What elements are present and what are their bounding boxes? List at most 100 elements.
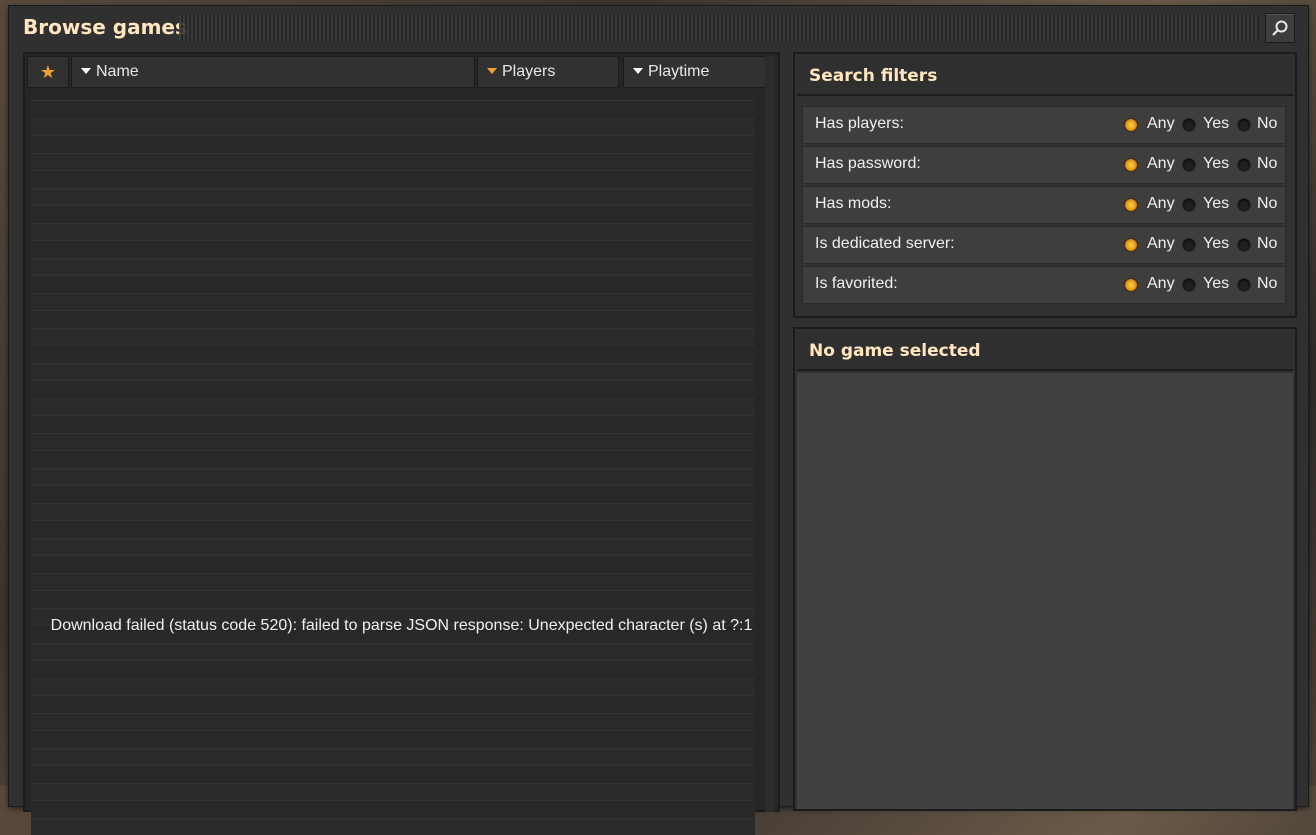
radio-yes[interactable] — [1183, 239, 1195, 251]
sort-arrow-icon — [81, 68, 91, 74]
name-column-header[interactable]: Name — [71, 56, 475, 88]
radio-any[interactable] — [1125, 199, 1137, 211]
search-filters-panel: Search filters Has players:AnyYesNoHas p… — [795, 54, 1295, 316]
radio-label[interactable]: Yes — [1203, 115, 1229, 133]
details-body — [797, 373, 1293, 809]
radio-label[interactable]: Yes — [1203, 155, 1229, 173]
table-row — [31, 590, 755, 608]
table-row — [31, 713, 755, 731]
table-row — [31, 730, 755, 748]
table-row — [31, 468, 755, 486]
radio-label[interactable]: Any — [1147, 195, 1175, 213]
search-filters-title: Search filters — [809, 66, 937, 86]
table-row — [31, 748, 755, 766]
radio-yes[interactable] — [1183, 159, 1195, 171]
window-title: Browse games — [23, 15, 187, 39]
table-row — [31, 783, 755, 801]
filter-label: Has password: — [815, 155, 921, 173]
filter-row: Has password: Any Yes No — [802, 146, 1286, 184]
radio-yes[interactable] — [1183, 279, 1195, 291]
table-row — [31, 223, 755, 241]
table-row — [31, 275, 755, 293]
filter-row: Is dedicated server: Any Yes No — [802, 226, 1286, 264]
table-row — [31, 100, 755, 118]
table-row — [31, 818, 755, 835]
table-row — [31, 398, 755, 416]
players-column-header[interactable]: Players — [477, 56, 619, 88]
table-row — [31, 678, 755, 696]
radio-label[interactable]: No — [1257, 235, 1277, 253]
sort-arrow-icon — [633, 68, 643, 74]
radio-label[interactable]: No — [1257, 155, 1277, 173]
table-row — [31, 380, 755, 398]
panel-header: Search filters — [797, 56, 1293, 96]
table-row — [31, 240, 755, 258]
table-row — [31, 450, 755, 468]
radio-label[interactable]: Yes — [1203, 235, 1229, 253]
radio-label[interactable]: Yes — [1203, 275, 1229, 293]
radio-any[interactable] — [1125, 159, 1137, 171]
radio-label[interactable]: Any — [1147, 275, 1175, 293]
filter-row: Is favorited: Any Yes No — [802, 266, 1286, 304]
error-message: Download failed (status code 520): faile… — [23, 617, 780, 635]
column-label: Name — [96, 63, 139, 80]
table-row — [31, 800, 755, 818]
table-row — [31, 135, 755, 153]
table-row — [31, 293, 755, 311]
table-row — [31, 538, 755, 556]
radio-any[interactable] — [1125, 239, 1137, 251]
radio-any[interactable] — [1125, 119, 1137, 131]
table-row — [31, 643, 755, 661]
table-row — [31, 153, 755, 171]
radio-no[interactable] — [1238, 159, 1250, 171]
radio-no[interactable] — [1238, 119, 1250, 131]
table-row — [31, 310, 755, 328]
games-list-panel: ★ Name Players Playtime Download failed … — [23, 52, 780, 812]
table-row — [31, 258, 755, 276]
details-title: No game selected — [809, 341, 981, 361]
table-row — [31, 695, 755, 713]
filter-label: Is dedicated server: — [815, 235, 955, 253]
radio-label[interactable]: No — [1257, 115, 1277, 133]
table-row — [31, 363, 755, 381]
table-header: ★ Name Players Playtime — [27, 56, 762, 88]
table-row — [31, 345, 755, 363]
favorite-column-header[interactable]: ★ — [27, 56, 69, 88]
radio-label[interactable]: Yes — [1203, 195, 1229, 213]
panel-header: No game selected — [797, 331, 1293, 371]
filter-label: Has mods: — [815, 195, 891, 213]
playtime-column-header[interactable]: Playtime — [623, 56, 766, 88]
table-row — [31, 188, 755, 206]
game-details-panel: No game selected — [795, 329, 1295, 809]
search-button[interactable] — [1265, 13, 1295, 43]
scrollbar[interactable] — [765, 56, 775, 812]
column-label: Players — [502, 63, 555, 80]
radio-label[interactable]: Any — [1147, 235, 1175, 253]
table-row — [31, 520, 755, 538]
radio-label[interactable]: No — [1257, 275, 1277, 293]
radio-no[interactable] — [1238, 279, 1250, 291]
search-icon — [1271, 19, 1289, 37]
table-row — [31, 503, 755, 521]
radio-label[interactable]: Any — [1147, 155, 1175, 173]
title-bar[interactable]: Browse games — [9, 6, 1308, 51]
radio-no[interactable] — [1238, 239, 1250, 251]
radio-yes[interactable] — [1183, 199, 1195, 211]
table-row — [31, 328, 755, 346]
games-list[interactable] — [31, 100, 755, 835]
radio-label[interactable]: Any — [1147, 115, 1175, 133]
radio-yes[interactable] — [1183, 119, 1195, 131]
filter-row: Has players:AnyYesNo — [802, 106, 1286, 144]
table-row — [31, 415, 755, 433]
sort-arrow-icon — [487, 68, 497, 74]
radio-no[interactable] — [1238, 199, 1250, 211]
radio-any[interactable] — [1125, 279, 1137, 291]
column-label: Playtime — [648, 63, 709, 80]
radio-label[interactable]: No — [1257, 195, 1277, 213]
table-row — [31, 205, 755, 223]
drag-handle[interactable] — [179, 15, 1259, 41]
filter-label: Is favorited: — [815, 275, 898, 293]
table-row — [31, 485, 755, 503]
star-icon: ★ — [40, 62, 56, 82]
filter-row: Has mods: Any Yes No — [802, 186, 1286, 224]
